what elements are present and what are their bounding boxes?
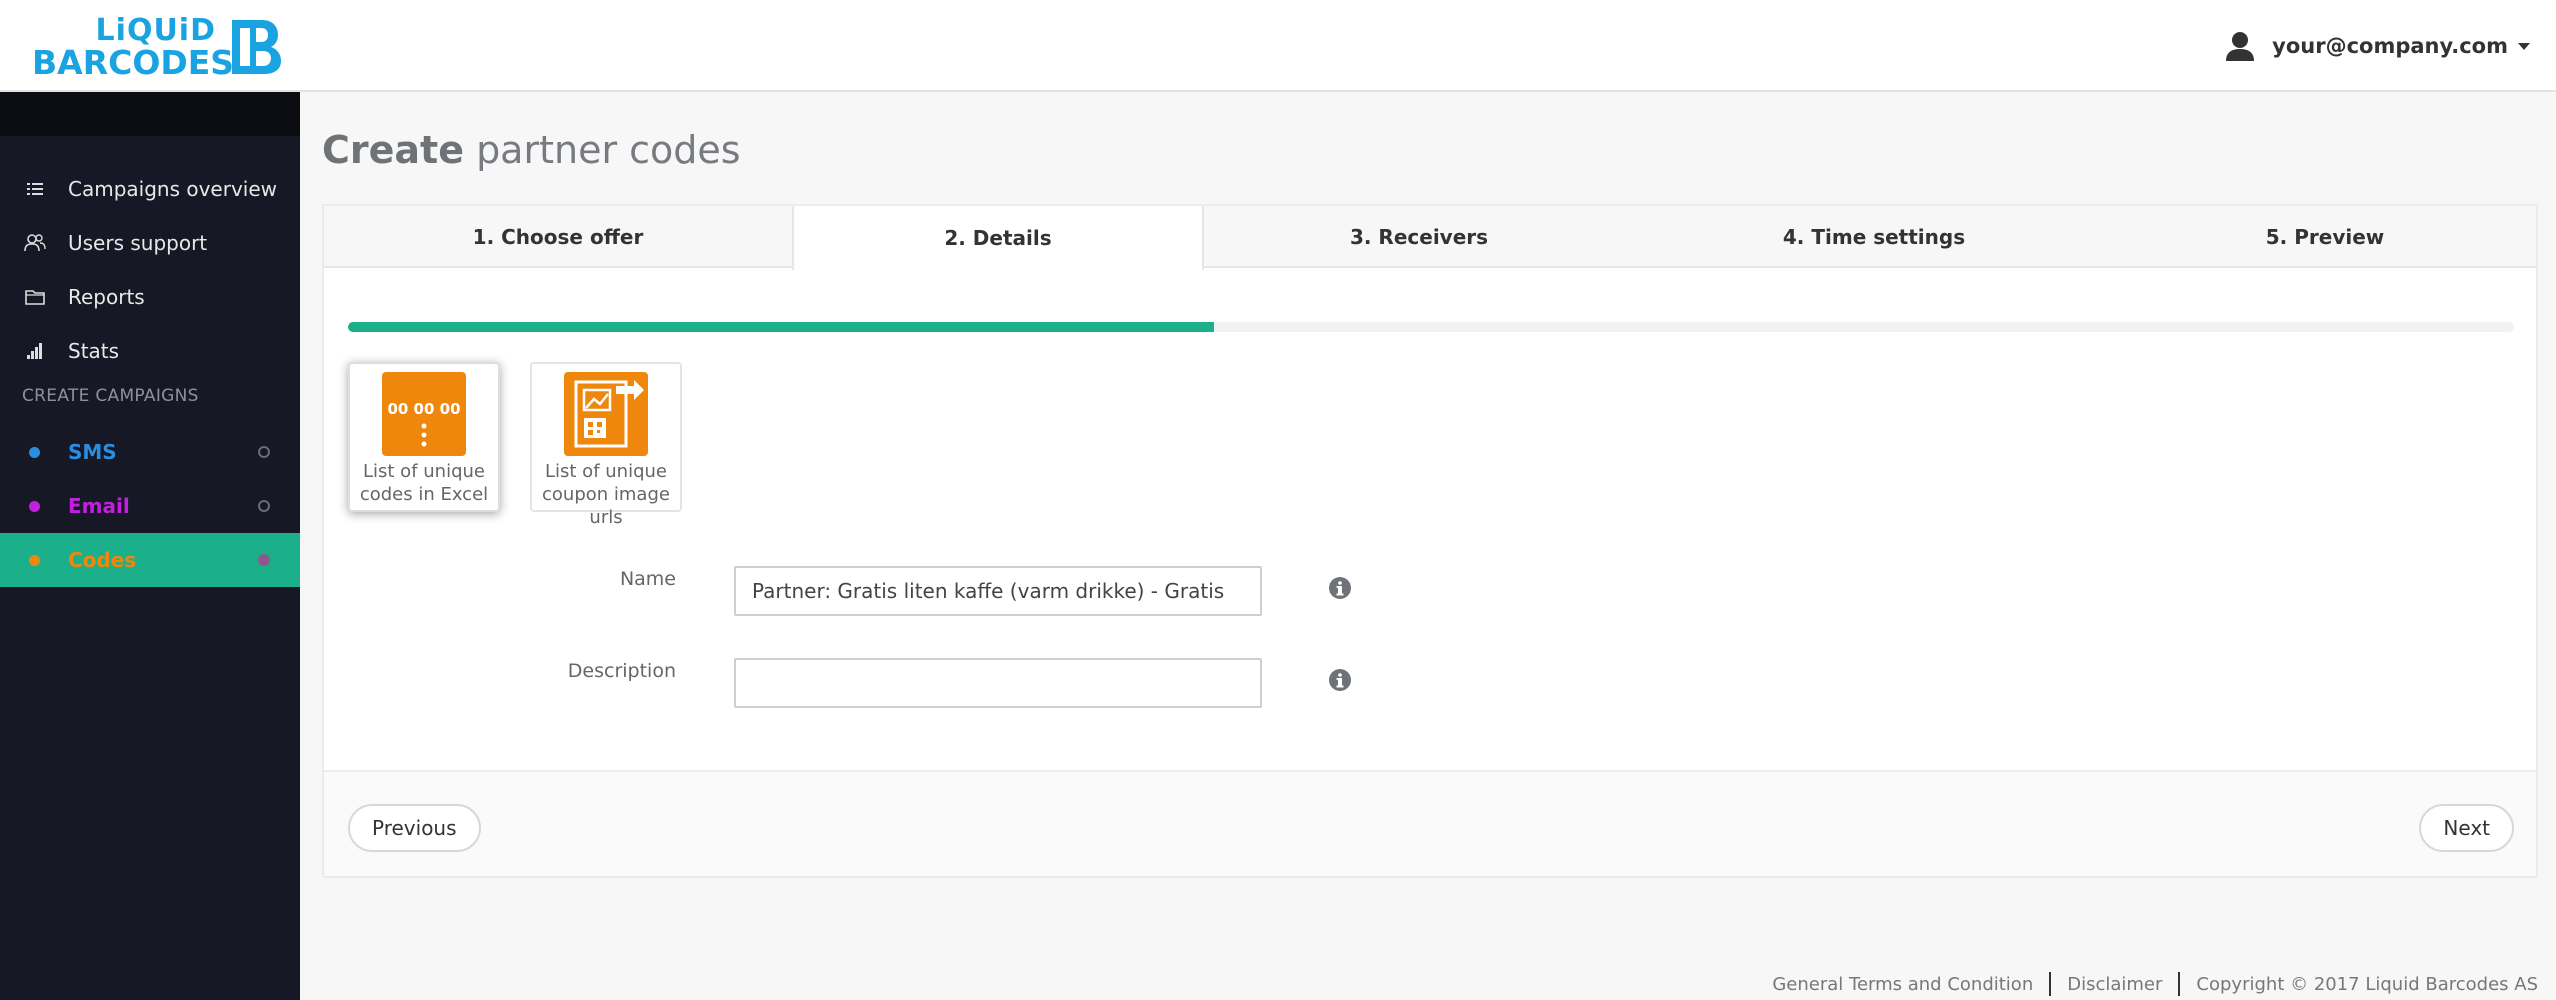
status-circle-icon bbox=[258, 500, 270, 512]
logo-line-2: BARCODES bbox=[32, 43, 235, 82]
description-label: Description bbox=[567, 660, 676, 682]
create-campaigns-heading: CREATE CAMPAIGNS bbox=[22, 386, 199, 406]
users-icon bbox=[24, 232, 46, 254]
tab-choose-offer[interactable]: 1. Choose offer bbox=[324, 206, 792, 268]
sidebar-item-users-support[interactable]: Users support bbox=[0, 216, 300, 270]
coupon-image-export-icon bbox=[574, 380, 644, 448]
sidebar-item-label: Stats bbox=[68, 339, 120, 363]
status-circle-icon bbox=[258, 554, 270, 566]
page-footer: General Terms and Condition Disclaimer C… bbox=[1772, 972, 2538, 996]
progress-fill bbox=[348, 322, 1215, 332]
logo-wordmark: LiQUiD BARCODES bbox=[32, 13, 235, 82]
list-icon bbox=[24, 178, 46, 200]
wizard-footer: Previous Next bbox=[324, 770, 2536, 876]
page-title-rest: partner codes bbox=[463, 128, 741, 172]
codes-dot-icon bbox=[29, 554, 40, 566]
sidebar-item-reports[interactable]: Reports bbox=[0, 270, 300, 324]
status-circle-icon bbox=[258, 446, 270, 458]
code-type-image-urls-card[interactable]: List of unique coupon image urls bbox=[530, 362, 682, 528]
chevron-down-icon bbox=[2518, 42, 2530, 50]
logo-b-mark-icon bbox=[232, 20, 281, 74]
tile-code-text: 00 00 00 bbox=[387, 400, 461, 418]
footer-divider bbox=[2178, 972, 2181, 996]
sidebar-item-stats[interactable]: Stats bbox=[0, 324, 300, 378]
sidebar-item-label: Campaigns overview bbox=[68, 177, 278, 201]
code-type-label: List of unique coupon image urls bbox=[542, 461, 670, 528]
sidebar-item-campaigns-overview[interactable]: Campaigns overview bbox=[0, 162, 300, 216]
user-icon bbox=[2226, 32, 2255, 61]
wizard-tabs: 1. Choose offer 2. Details 3. Receivers … bbox=[324, 206, 2536, 270]
tab-receivers[interactable]: 3. Receivers bbox=[1204, 206, 1634, 268]
logo-line-1: LiQUiD bbox=[95, 13, 216, 48]
bar-chart-icon bbox=[24, 340, 46, 362]
name-label: Name bbox=[619, 568, 676, 590]
top-header: LiQUiD BARCODES your@company.com bbox=[0, 0, 2556, 92]
wizard-panel: 1. Choose offer 2. Details 3. Receivers … bbox=[322, 204, 2538, 878]
sidebar-item-label: SMS bbox=[68, 440, 117, 464]
name-field[interactable] bbox=[734, 566, 1262, 616]
footer-divider bbox=[2049, 972, 2052, 996]
folder-icon bbox=[24, 286, 46, 308]
page-title-bold: Create bbox=[322, 128, 464, 172]
info-icon[interactable] bbox=[1328, 576, 1352, 600]
copyright-text: Copyright © 2017 Liquid Barcodes AS bbox=[2196, 973, 2538, 995]
page-title: Create partner codes bbox=[322, 128, 741, 172]
tab-details[interactable]: 2. Details bbox=[792, 206, 1204, 270]
user-menu[interactable]: your@company.com bbox=[2224, 28, 2530, 64]
disclaimer-link[interactable]: Disclaimer bbox=[2067, 974, 2162, 995]
code-type-label: List of unique codes in Excel bbox=[359, 461, 489, 505]
terms-link[interactable]: General Terms and Condition bbox=[1772, 974, 2033, 995]
excel-codes-tile: 00 00 00 bbox=[382, 372, 466, 456]
wizard-progress-bar bbox=[348, 322, 2514, 332]
description-field[interactable] bbox=[734, 658, 1262, 708]
code-type-excel-card[interactable]: 00 00 00 List of unique codes in Excel bbox=[348, 362, 500, 512]
sidebar-item-label: Email bbox=[68, 494, 130, 518]
sidebar-item-sms[interactable]: SMS bbox=[0, 425, 300, 479]
vertical-dots-icon bbox=[421, 423, 427, 447]
sidebar-item-email[interactable]: Email bbox=[0, 479, 300, 533]
sidebar-item-label: Reports bbox=[68, 285, 145, 309]
email-dot-icon bbox=[29, 500, 40, 512]
sidebar-item-label: Codes bbox=[68, 548, 137, 572]
sidebar: Campaigns overview Users support Reports… bbox=[0, 92, 300, 1000]
tab-time-settings[interactable]: 4. Time settings bbox=[1634, 206, 2114, 268]
info-icon[interactable] bbox=[1328, 668, 1352, 692]
sidebar-item-label: Users support bbox=[68, 231, 208, 255]
sidebar-item-codes[interactable]: Codes bbox=[0, 533, 300, 587]
user-email: your@company.com bbox=[2272, 34, 2508, 58]
sms-dot-icon bbox=[29, 446, 40, 458]
sidebar-top-bar bbox=[0, 92, 300, 136]
liquid-barcodes-logo[interactable]: LiQUiD BARCODES bbox=[32, 13, 286, 82]
previous-button[interactable]: Previous bbox=[348, 804, 481, 852]
tab-preview[interactable]: 5. Preview bbox=[2114, 206, 2536, 268]
coupon-image-tile bbox=[564, 372, 648, 456]
next-button[interactable]: Next bbox=[2419, 804, 2514, 852]
